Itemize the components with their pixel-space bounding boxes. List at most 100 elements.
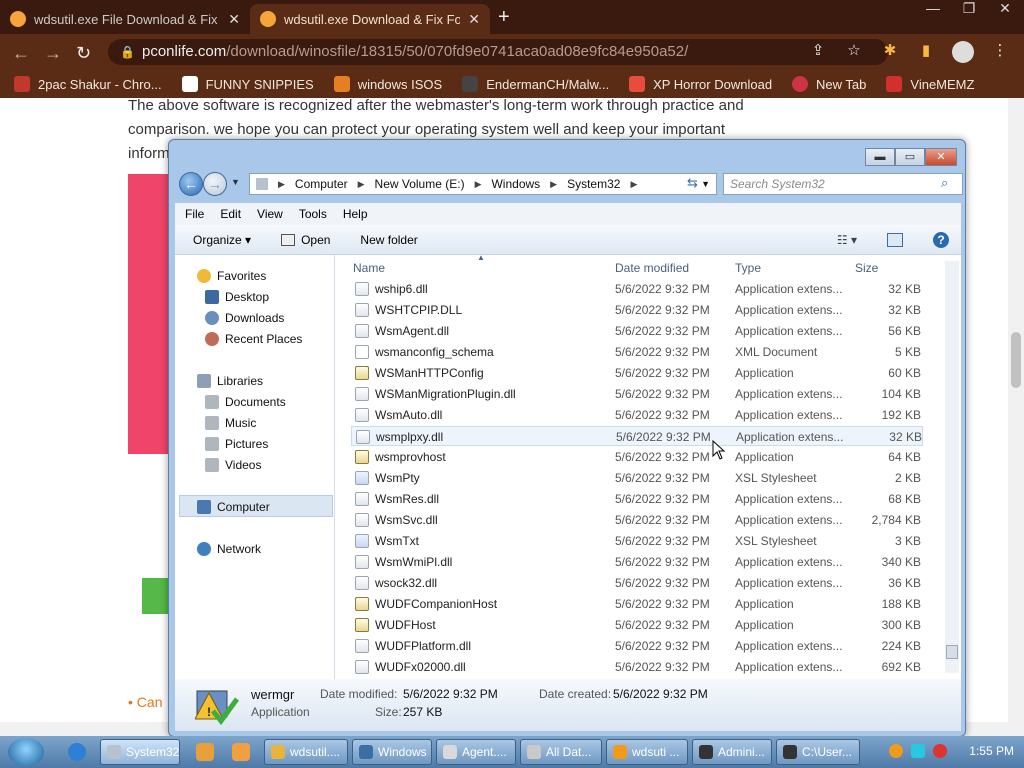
nav-desktop[interactable]: Desktop: [205, 290, 269, 304]
nav-libraries[interactable]: Libraries: [197, 374, 263, 388]
column-header-date[interactable]: Date modified: [615, 261, 689, 275]
taskbar-button[interactable]: C:\User...: [776, 739, 860, 765]
file-row[interactable]: WUDFCompanionHost 5/6/2022 9:32 PM Applica…: [351, 594, 923, 614]
minimize-icon[interactable]: ▬: [865, 148, 895, 166]
bookmark-item[interactable]: VineMEMZ: [886, 76, 974, 92]
organize-button[interactable]: Organize ▾: [193, 233, 251, 247]
new-folder-button[interactable]: New folder: [360, 233, 417, 247]
page-list-link[interactable]: • Can: [128, 694, 162, 710]
monitor-tray-icon[interactable]: [911, 744, 926, 758]
recent-pages-dropdown-icon[interactable]: ▼: [231, 177, 240, 187]
browser-tab-1[interactable]: wdsutil.exe File Download & Fix ✕: [0, 4, 250, 34]
bookmark-item[interactable]: XP Horror Download: [629, 76, 772, 92]
file-row[interactable]: WSManMigrationPlugin.dll 5/6/2022 9:32 PM…: [351, 384, 923, 404]
breadcrumb-separator-icon[interactable]: ▶: [550, 179, 557, 190]
search-tray-icon[interactable]: [889, 744, 904, 758]
file-row[interactable]: wship6.dll 5/6/2022 9:32 PM Application ex…: [351, 279, 923, 299]
breadcrumb-separator-icon[interactable]: ▶: [630, 179, 637, 190]
share-icon[interactable]: ⇪: [808, 41, 828, 61]
nav-music[interactable]: Music: [205, 416, 256, 430]
explorer-breadcrumb[interactable]: ▶ Computer ▶ New Volume (E:) ▶ Windows ▶…: [249, 173, 717, 195]
help-icon[interactable]: ?: [933, 231, 949, 248]
menu-icon[interactable]: ⋮: [990, 41, 1010, 61]
file-row[interactable]: WsmWmiPl.dll 5/6/2022 9:32 PM Application …: [351, 552, 923, 572]
file-row[interactable]: WUDFx02000.dll 5/6/2022 9:32 PM Applicatio…: [351, 657, 923, 677]
file-row[interactable]: wsmplpxy.dll 5/6/2022 9:32 PM Application …: [351, 426, 923, 446]
clock[interactable]: 1:55 PM: [969, 744, 1014, 758]
nav-computer[interactable]: Computer: [197, 500, 270, 514]
new-tab-button[interactable]: +: [498, 6, 510, 29]
extensions-icon[interactable]: ✱: [880, 41, 900, 61]
menu-tools[interactable]: Tools: [299, 207, 327, 221]
forward-arrow-icon[interactable]: →: [203, 172, 227, 196]
file-row[interactable]: WsmAgent.dll 5/6/2022 9:32 PM Application …: [351, 321, 923, 341]
file-row[interactable]: WsmPty 5/6/2022 9:32 PM XSL Stylesheet 2 KB: [351, 468, 923, 488]
back-arrow-icon[interactable]: ←: [179, 172, 203, 196]
search-input[interactable]: Search System32: [723, 173, 963, 195]
bookmark-item[interactable]: New Tab: [792, 76, 866, 92]
browser-tab-2[interactable]: wdsutil.exe Download & Fix For ✕: [250, 4, 490, 34]
nav-downloads[interactable]: Downloads: [205, 311, 284, 325]
nav-videos[interactable]: Videos: [205, 458, 261, 472]
address-bar[interactable]: 🔒 pconlife.com/download/winosfile/18315/…: [108, 39, 888, 65]
reload-icon[interactable]: ↻: [76, 43, 91, 64]
column-header-type[interactable]: Type: [735, 261, 761, 275]
file-row[interactable]: WUDFHost 5/6/2022 9:32 PM Application 300 K…: [351, 615, 923, 635]
bookmark-star-icon[interactable]: ☆: [844, 41, 864, 61]
nav-favorites[interactable]: Favorites: [197, 269, 266, 283]
close-tab-icon[interactable]: ✕: [468, 11, 480, 28]
breadcrumb-item[interactable]: Windows: [491, 177, 540, 191]
file-row[interactable]: wsmanconfig_schema 5/6/2022 9:32 PM XML Do…: [351, 342, 923, 362]
minimize-icon[interactable]: —: [922, 0, 944, 17]
breadcrumb-item[interactable]: Computer: [295, 177, 348, 191]
close-tab-icon[interactable]: ✕: [228, 11, 240, 28]
breadcrumb-separator-icon[interactable]: ▶: [278, 179, 285, 190]
bookmark-item[interactable]: windows ISOS: [333, 76, 442, 92]
file-row[interactable]: wsock32.dll 5/6/2022 9:32 PM Application e…: [351, 573, 923, 593]
breadcrumb-item[interactable]: System32: [567, 177, 620, 191]
address-dropdown-icon[interactable]: ▼: [701, 179, 710, 189]
file-row[interactable]: WsmAuto.dll 5/6/2022 9:32 PM Application e…: [351, 405, 923, 425]
menu-help[interactable]: Help: [343, 207, 368, 221]
view-options-icon[interactable]: ☷ ▾: [837, 233, 857, 247]
back-arrow-icon[interactable]: ←: [12, 43, 30, 64]
menu-edit[interactable]: Edit: [220, 207, 241, 221]
preview-pane-icon[interactable]: [887, 232, 903, 247]
nav-recent-places[interactable]: Recent Places: [205, 332, 302, 346]
taskbar-button[interactable]: wdsutil....: [264, 739, 348, 765]
restore-icon[interactable]: ❐: [958, 0, 980, 17]
profile-avatar[interactable]: [952, 41, 974, 63]
taskbar-button[interactable]: Windows: [352, 739, 432, 765]
file-row[interactable]: WsmTxt 5/6/2022 9:32 PM XSL Stylesheet 3 KB: [351, 531, 923, 551]
nav-documents[interactable]: Documents: [205, 395, 286, 409]
page-scrollbar[interactable]: [1008, 98, 1024, 722]
search-icon[interactable]: ⌕: [941, 175, 948, 191]
close-icon[interactable]: ✕: [994, 0, 1016, 17]
forward-arrow-icon[interactable]: →: [44, 43, 62, 64]
breadcrumb-separator-icon[interactable]: ▶: [475, 179, 482, 190]
file-row[interactable]: WSManHTTPConfig 5/6/2022 9:32 PM Applicati…: [351, 363, 923, 383]
file-row[interactable]: WsmRes.dll 5/6/2022 9:32 PM Application ex…: [351, 489, 923, 509]
bookmark-item[interactable]: 2pac Shakur - Chro...: [14, 76, 162, 92]
taskbar-button[interactable]: System32: [100, 739, 180, 765]
maximize-icon[interactable]: ▭: [895, 148, 925, 166]
ie-icon[interactable]: [68, 743, 86, 761]
nav-pictures[interactable]: Pictures: [205, 437, 268, 451]
taskbar-button[interactable]: Agent....: [436, 739, 516, 765]
taskbar-button[interactable]: Admini...: [692, 739, 772, 765]
bookmark-item[interactable]: FUNNY SNIPPIES: [181, 76, 314, 92]
file-row[interactable]: wsmprovhost 5/6/2022 9:32 PM Application 64…: [351, 447, 923, 467]
side-panel-icon[interactable]: ▮: [916, 41, 936, 61]
column-header-name[interactable]: Name: [353, 261, 385, 275]
breadcrumb-item[interactable]: New Volume (E:): [375, 177, 465, 191]
scroll-thumb[interactable]: [1011, 332, 1021, 388]
refresh-icon[interactable]: ⇆: [687, 175, 698, 191]
menu-view[interactable]: View: [257, 207, 283, 221]
scroll-thumb[interactable]: [946, 645, 958, 659]
menu-file[interactable]: File: [185, 207, 204, 221]
column-header-size[interactable]: Size: [855, 261, 878, 275]
bookmark-item[interactable]: EndermanCH/Malw...: [462, 76, 609, 92]
start-button[interactable]: [8, 738, 44, 766]
media-player-icon[interactable]: [196, 743, 214, 761]
file-row[interactable]: WsmSvc.dll 5/6/2022 9:32 PM Application ex…: [351, 510, 923, 530]
